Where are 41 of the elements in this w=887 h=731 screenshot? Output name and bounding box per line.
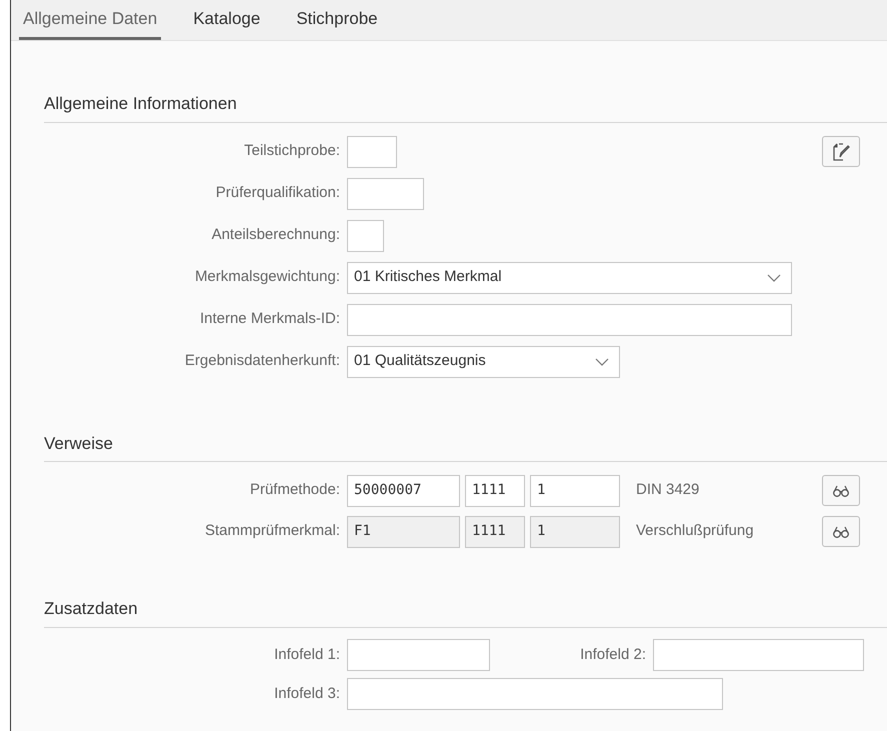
edit-icon — [832, 142, 850, 160]
input-field[interactable] — [347, 178, 424, 210]
section-heading: Zusatzdaten — [44, 596, 887, 628]
field-label: Interne Merkmals-ID: — [198, 309, 341, 330]
input-field[interactable] — [347, 639, 490, 671]
edit-button[interactable] — [822, 136, 860, 167]
dropdown[interactable]: 01 Kritisches Merkmal — [347, 262, 792, 294]
field-label: Stammprüfmerkmal: — [204, 521, 341, 542]
chevron-down-icon — [595, 358, 609, 366]
input-field[interactable] — [347, 678, 723, 710]
field-label: Prüfmethode: — [248, 480, 341, 500]
description-text: DIN 3429 — [636, 480, 700, 500]
glasses-icon — [832, 484, 850, 496]
dropdown[interactable]: 01 Qualitätszeugnis — [347, 346, 620, 378]
input-field[interactable] — [347, 304, 792, 336]
section-heading: Allgemeine Informationen — [44, 91, 887, 122]
field-label: Anteilsberechnung: — [210, 225, 341, 246]
field-label: Infofeld 2: — [579, 644, 647, 665]
display-button[interactable] — [822, 475, 860, 506]
input-field[interactable]: 1111 — [465, 474, 525, 506]
dropdown-value: 01 Kritisches Merkmal — [354, 267, 502, 288]
tab[interactable]: Allgemeine Daten — [19, 0, 162, 40]
input-field[interactable]: 50000007 — [347, 474, 460, 506]
chevron-down-icon — [767, 274, 781, 282]
field-label: Infofeld 3: — [273, 684, 341, 704]
input-field[interactable] — [347, 220, 384, 252]
section-heading: Verweise — [44, 430, 887, 462]
field-label: Infofeld 1: — [273, 644, 341, 665]
field-label: Prüferqualifikation: — [214, 183, 341, 204]
input-field[interactable] — [347, 136, 397, 168]
dropdown-value: 01 Qualitätszeugnis — [354, 351, 486, 372]
field-label: Ergebnisdatenherkunft: — [184, 351, 341, 372]
field-label: Teilstichprobe: — [243, 141, 341, 162]
display-button[interactable] — [822, 516, 860, 547]
field-label: Merkmalsgewichtung: — [194, 267, 341, 288]
input-field[interactable] — [653, 639, 864, 671]
input-field[interactable]: 1 — [530, 474, 620, 506]
tab[interactable]: Stichprobe — [292, 0, 382, 40]
description-text: Verschlußprüfung — [636, 521, 754, 542]
glasses-icon — [832, 526, 850, 538]
tab[interactable]: Kataloge — [189, 0, 264, 40]
